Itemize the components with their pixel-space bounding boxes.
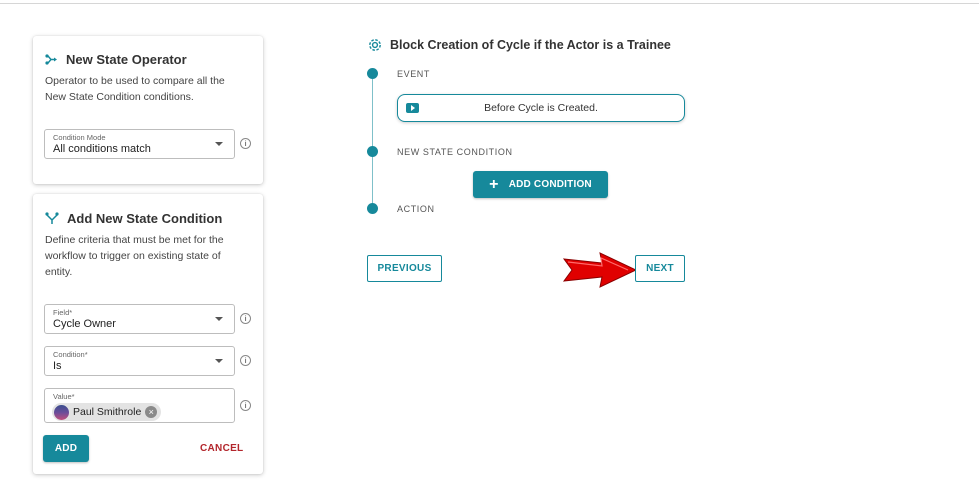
event-step-label: EVENT	[397, 69, 431, 79]
operator-desc-line2: New State Condition conditions.	[45, 91, 194, 103]
condition-mode-select[interactable]: Condition Mode All conditions match	[44, 129, 235, 159]
chevron-down-icon	[215, 317, 223, 321]
condition-card-title: Add New State Condition	[67, 211, 223, 226]
field-select[interactable]: Field* Cycle Owner	[44, 304, 235, 334]
condition-mode-label: Condition Mode	[53, 133, 106, 142]
condition-card: Add New State Condition Define criteria …	[33, 194, 263, 474]
action-step-dot	[367, 203, 378, 214]
operator-icon	[45, 53, 58, 66]
plus-icon: +	[489, 175, 499, 193]
condition-value: Is	[53, 360, 62, 372]
condition-card-header: Add New State Condition	[45, 211, 222, 226]
next-button[interactable]: NEXT	[635, 255, 685, 282]
operator-card: New State Operator Operator to be used t…	[33, 36, 263, 184]
condition-desc-line1: Define criteria that must be met for the	[45, 234, 224, 246]
value-input[interactable]: Value* Paul Smithrole ×	[44, 388, 235, 423]
condition-step-label: NEW STATE CONDITION	[397, 147, 513, 157]
condition-step-dot	[367, 146, 378, 157]
avatar	[54, 404, 69, 420]
operator-card-description: Operator to be used to compare all the N…	[45, 73, 225, 105]
event-trigger-box[interactable]: Before Cycle is Created.	[397, 94, 685, 122]
operator-card-title: New State Operator	[66, 52, 187, 67]
workflow-header: Block Creation of Cycle if the Actor is …	[367, 37, 671, 53]
top-divider	[0, 3, 979, 4]
user-chip-name: Paul Smithrole	[73, 406, 142, 418]
condition-select[interactable]: Condition* Is	[44, 346, 235, 376]
operator-card-header: New State Operator	[45, 52, 187, 67]
condition-mode-value: All conditions match	[53, 143, 151, 155]
red-arrow-pointer	[562, 252, 638, 288]
previous-button[interactable]: PREVIOUS	[367, 255, 442, 282]
add-condition-label: ADD CONDITION	[508, 179, 592, 190]
info-icon[interactable]: i	[240, 355, 251, 366]
add-condition-button[interactable]: + ADD CONDITION	[473, 171, 608, 198]
gear-icon	[367, 37, 383, 53]
cancel-button[interactable]: CANCEL	[200, 443, 243, 454]
value-label: Value*	[53, 392, 75, 401]
user-chip[interactable]: Paul Smithrole ×	[52, 403, 162, 421]
condition-desc-line2: workflow to trigger on existing state of	[45, 250, 221, 262]
remove-chip-icon[interactable]: ×	[145, 406, 158, 418]
branch-icon	[45, 212, 59, 225]
action-step-label: ACTION	[397, 204, 435, 214]
info-icon[interactable]: i	[240, 400, 251, 411]
event-trigger-text: Before Cycle is Created.	[484, 102, 598, 114]
condition-label: Condition*	[53, 350, 88, 359]
condition-card-description: Define criteria that must be met for the…	[45, 232, 224, 280]
condition-desc-line3: entity.	[45, 266, 73, 278]
field-value: Cycle Owner	[53, 318, 116, 330]
info-icon[interactable]: i	[240, 313, 251, 324]
timeline-line	[372, 79, 373, 207]
chevron-down-icon	[215, 142, 223, 146]
add-button[interactable]: ADD	[43, 435, 89, 462]
field-label: Field*	[53, 308, 73, 317]
event-step-dot	[367, 68, 378, 79]
operator-desc-line1: Operator to be used to compare all the	[45, 75, 225, 87]
workflow-title: Block Creation of Cycle if the Actor is …	[390, 38, 671, 52]
info-icon[interactable]: i	[240, 138, 251, 149]
chevron-down-icon	[215, 359, 223, 363]
